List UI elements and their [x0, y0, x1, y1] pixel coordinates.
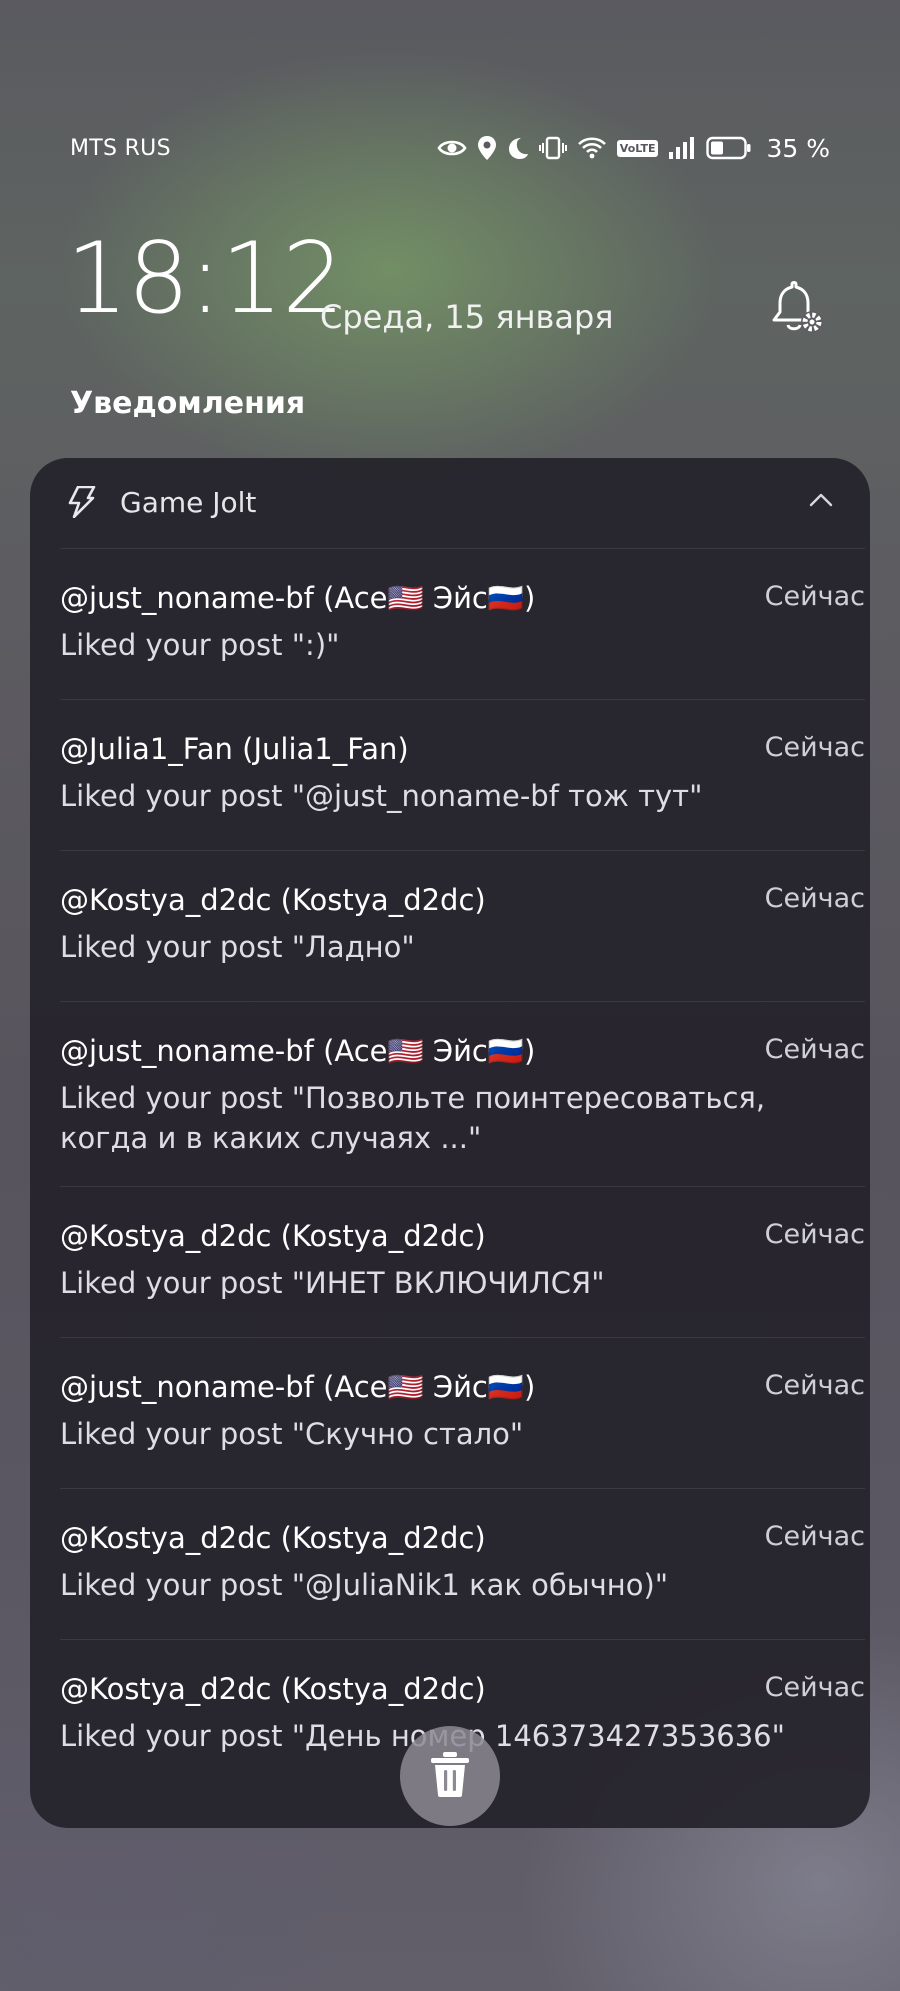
vibrate-icon: [538, 136, 567, 160]
notification-item[interactable]: @just_noname-bf (Ace🇺🇸 Эйс🇷🇺) Liked your…: [60, 1001, 865, 1186]
status-bar: MTS RUS VoLTE 35 %: [70, 130, 830, 166]
notification-title: @Kostya_d2dc (Kostya_d2dc): [60, 883, 486, 917]
notification-body: Liked your post "ИНЕТ ВКЛЮЧИЛСЯ": [60, 1266, 605, 1300]
notification-title: @just_noname-bf (Ace🇺🇸 Эйс🇷🇺): [60, 1370, 536, 1404]
notification-item[interactable]: @Julia1_Fan (Julia1_Fan) Liked your post…: [60, 699, 865, 850]
trash-icon: [428, 1750, 472, 1802]
battery-percentage: 35 %: [766, 133, 830, 163]
volte-icon: VoLTE: [616, 139, 659, 157]
app-name: Game Jolt: [120, 486, 257, 519]
battery-icon: [706, 136, 752, 160]
bell-settings-icon[interactable]: [768, 278, 828, 338]
notification-list: @just_noname-bf (Ace🇺🇸 Эйс🇷🇺) Liked your…: [60, 548, 865, 1790]
notification-body: Liked your post "Позвольте поинтересоват…: [60, 1081, 766, 1155]
status-icons: VoLTE 35 %: [437, 134, 830, 163]
notification-group-card: Game Jolt @just_noname-bf (Ace🇺🇸 Эйс🇷🇺) …: [30, 458, 870, 1828]
moon-icon: [507, 136, 529, 160]
notification-title: @Kostya_d2dc (Kostya_d2dc): [60, 1219, 486, 1253]
notification-body: Liked your post "@just_noname-bf тож тут…: [60, 779, 703, 813]
notification-title: @just_noname-bf (Ace🇺🇸 Эйс🇷🇺): [60, 581, 536, 615]
notification-time: Сейчас: [764, 581, 865, 612]
notification-time: Сейчас: [764, 1034, 865, 1065]
notification-item[interactable]: @Kostya_d2dc (Kostya_d2dc) Liked your po…: [60, 850, 865, 1001]
notification-time: Сейчас: [764, 883, 865, 914]
signal-icon: [668, 136, 696, 160]
notification-item[interactable]: @just_noname-bf (Ace🇺🇸 Эйс🇷🇺) Liked your…: [60, 1337, 865, 1488]
notification-item[interactable]: @Kostya_d2dc (Kostya_d2dc) Liked your po…: [60, 1186, 865, 1337]
notification-time: Сейчас: [764, 1521, 865, 1552]
notification-item[interactable]: @just_noname-bf (Ace🇺🇸 Эйс🇷🇺) Liked your…: [60, 548, 865, 699]
chevron-up-icon[interactable]: [808, 490, 834, 510]
notification-body: Liked your post ":)": [60, 628, 340, 662]
wifi-icon: [577, 136, 607, 160]
location-icon: [477, 135, 497, 161]
notification-time: Сейчас: [764, 732, 865, 763]
notification-title: @Kostya_d2dc (Kostya_d2dc): [60, 1672, 486, 1706]
notification-time: Сейчас: [764, 1219, 865, 1250]
notification-item[interactable]: @Kostya_d2dc (Kostya_d2dc) Liked your po…: [60, 1488, 865, 1639]
notification-title: @just_noname-bf (Ace🇺🇸 Эйс🇷🇺): [60, 1034, 536, 1068]
clear-all-button[interactable]: [400, 1726, 500, 1826]
notification-body: Liked your post "@JuliaNik1 как обычно)": [60, 1568, 669, 1602]
notification-time: Сейчас: [764, 1672, 865, 1703]
notification-body: Liked your post "Ладно": [60, 930, 415, 964]
app-header[interactable]: Game Jolt: [30, 458, 870, 548]
lockscreen-clock: 18:12: [66, 222, 344, 336]
lockscreen-date: Среда, 15 января: [320, 298, 614, 336]
notification-title: @Julia1_Fan (Julia1_Fan): [60, 732, 409, 766]
game-jolt-bolt-icon: [66, 485, 96, 519]
eye-icon: [437, 138, 467, 158]
notification-body: Liked your post "Скучно стало": [60, 1417, 524, 1451]
notification-title: @Kostya_d2dc (Kostya_d2dc): [60, 1521, 486, 1555]
carrier-name: MTS RUS: [70, 135, 171, 161]
notification-time: Сейчас: [764, 1370, 865, 1401]
notifications-heading: Уведомления: [70, 386, 306, 421]
